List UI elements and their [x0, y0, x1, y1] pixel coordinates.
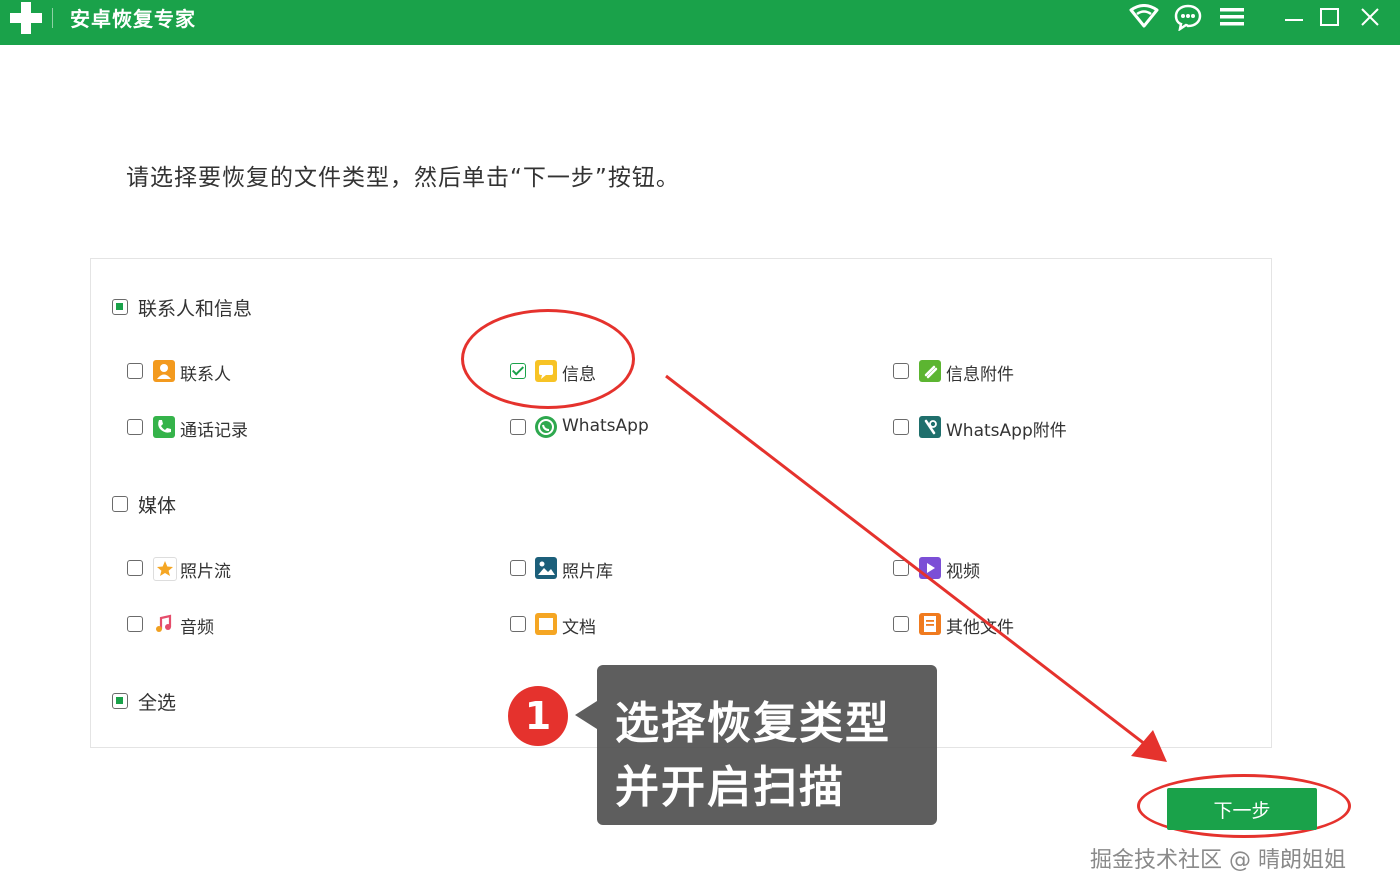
- callout-line-1: 选择恢复类型: [615, 698, 891, 749]
- step-number-badge: 1: [508, 686, 568, 746]
- annotation-callout: 选择恢复类型 并开启扫描: [575, 665, 937, 825]
- watermark-text: 掘金技术社区 @ 晴朗姐姐: [1090, 848, 1346, 873]
- callout-line-2: 并开启扫描: [615, 762, 845, 813]
- next-step-button[interactable]: 下一步: [1167, 788, 1317, 830]
